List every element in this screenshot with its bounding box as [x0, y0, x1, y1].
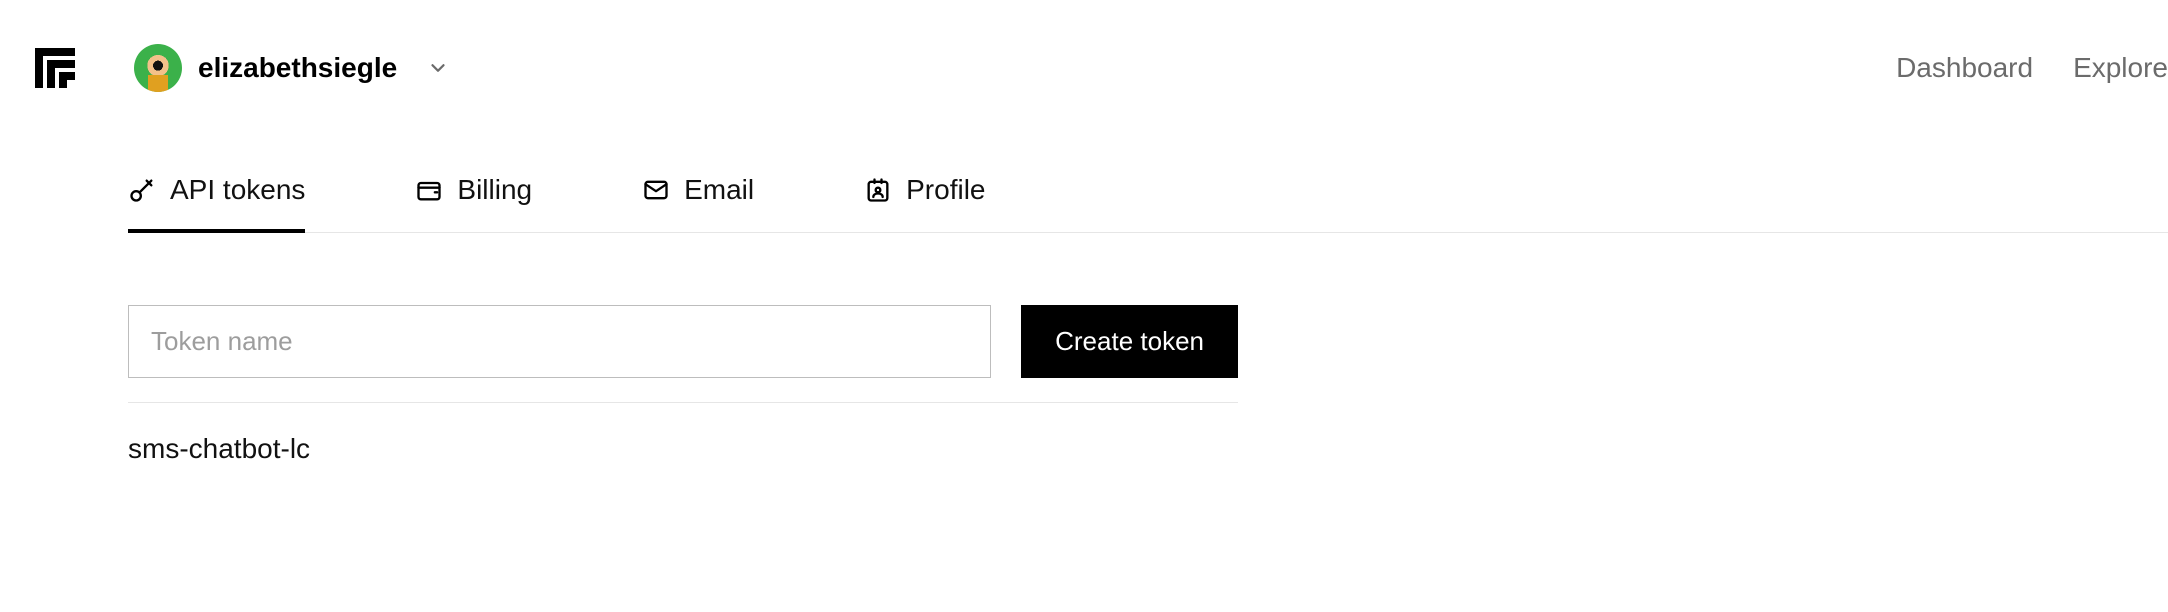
create-token-button[interactable]: Create token	[1021, 305, 1238, 378]
profile-icon	[864, 176, 892, 204]
token-list: sms-chatbot-lc	[128, 433, 2168, 465]
tab-api-tokens[interactable]: API tokens	[128, 174, 305, 232]
tab-label: Billing	[457, 174, 532, 206]
token-name-input[interactable]	[128, 305, 991, 378]
mail-icon	[642, 176, 670, 204]
wallet-icon	[415, 176, 443, 204]
tab-label: API tokens	[170, 174, 305, 206]
tabs: API tokens Billing Email	[128, 174, 2168, 233]
nav-explore[interactable]: Explore	[2073, 52, 2168, 84]
username: elizabethsiegle	[198, 52, 397, 84]
tab-label: Email	[684, 174, 754, 206]
create-token-form: Create token	[128, 305, 1238, 403]
tab-profile[interactable]: Profile	[864, 174, 985, 232]
tab-billing[interactable]: Billing	[415, 174, 532, 232]
brand-logo[interactable]	[32, 45, 78, 91]
key-icon	[128, 176, 156, 204]
tab-email[interactable]: Email	[642, 174, 754, 232]
avatar	[134, 44, 182, 92]
nav-dashboard[interactable]: Dashboard	[1896, 52, 2033, 84]
chevron-down-icon	[427, 57, 449, 79]
user-switcher[interactable]: elizabethsiegle	[134, 44, 449, 92]
tab-label: Profile	[906, 174, 985, 206]
token-item[interactable]: sms-chatbot-lc	[128, 433, 2168, 465]
